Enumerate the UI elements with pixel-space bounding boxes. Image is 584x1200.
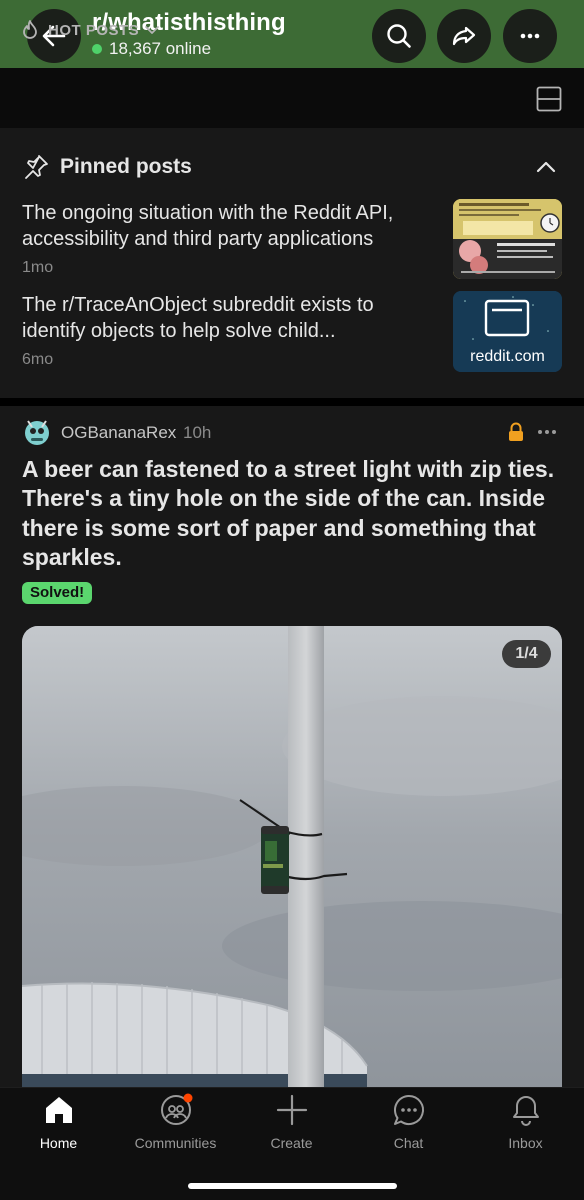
post-image[interactable] (22, 626, 562, 1096)
nav-chat[interactable]: Chat (350, 1093, 467, 1151)
online-dot-icon (92, 44, 102, 54)
layout-icon[interactable] (536, 86, 562, 112)
pin-icon (25, 155, 48, 179)
online-label: 18,367 online (109, 39, 212, 58)
section-divider (0, 398, 584, 406)
avatar[interactable] (22, 413, 52, 447)
more-button[interactable] (503, 9, 557, 63)
post-author[interactable]: OGBananaRex (61, 423, 176, 443)
nav-communities[interactable]: Communities (117, 1093, 234, 1151)
nav-label: Communities (134, 1135, 217, 1151)
chat-icon (393, 1095, 424, 1125)
photo-beer-can-on-pole-icon (22, 626, 562, 1096)
share-icon (452, 26, 476, 46)
pinned-post-age: 6mo (22, 351, 54, 368)
flame-icon (23, 20, 37, 39)
nav-create[interactable]: Create (233, 1093, 350, 1151)
pinned-post-title[interactable]: The r/TraceAnObject subreddit exists to … (22, 292, 442, 344)
image-counter: 1/4 (502, 640, 551, 668)
nav-label: Create (270, 1135, 313, 1151)
nav-label: Inbox (508, 1135, 543, 1151)
link-thumbnail[interactable]: reddit.com (453, 291, 562, 372)
post-title[interactable]: A beer can fastened to a street light wi… (22, 455, 562, 572)
pinned-post-age: 1mo (22, 259, 54, 276)
sort-bar (0, 68, 584, 128)
share-button[interactable] (437, 9, 491, 63)
home-indicator[interactable] (188, 1183, 397, 1189)
bell-icon (512, 1096, 539, 1126)
pinned-post-thumbnail[interactable] (453, 199, 562, 279)
lock-icon (509, 422, 523, 441)
nav-home[interactable]: Home (0, 1093, 117, 1151)
pinned-post-title[interactable]: The ongoing situation with the Reddit AP… (22, 200, 442, 252)
sort-dropdown[interactable]: HOT POSTS (18, 18, 160, 42)
communities-icon (160, 1093, 192, 1125)
sort-label: HOT POSTS (48, 21, 140, 39)
plus-icon (276, 1094, 307, 1126)
home-icon (45, 1097, 72, 1123)
post-more-icon[interactable] (537, 429, 557, 435)
nav-label: Home (39, 1135, 78, 1151)
screenshot-thumbnail-icon (453, 199, 562, 279)
online-count: 18,367 online (92, 39, 211, 59)
pinned-title: Pinned posts (60, 155, 192, 178)
link-domain: reddit.com (470, 348, 545, 365)
nav-inbox[interactable]: Inbox (467, 1093, 584, 1151)
post-flair[interactable]: Solved! (22, 582, 93, 604)
nav-label: Chat (393, 1135, 424, 1151)
search-button[interactable] (372, 9, 426, 63)
chevron-up-icon[interactable] (535, 156, 557, 178)
search-icon (387, 24, 411, 48)
post-age: 10h (183, 423, 212, 442)
pinned-header[interactable]: Pinned posts (22, 153, 192, 181)
more-icon (520, 33, 540, 39)
chevron-down-icon (145, 26, 160, 34)
